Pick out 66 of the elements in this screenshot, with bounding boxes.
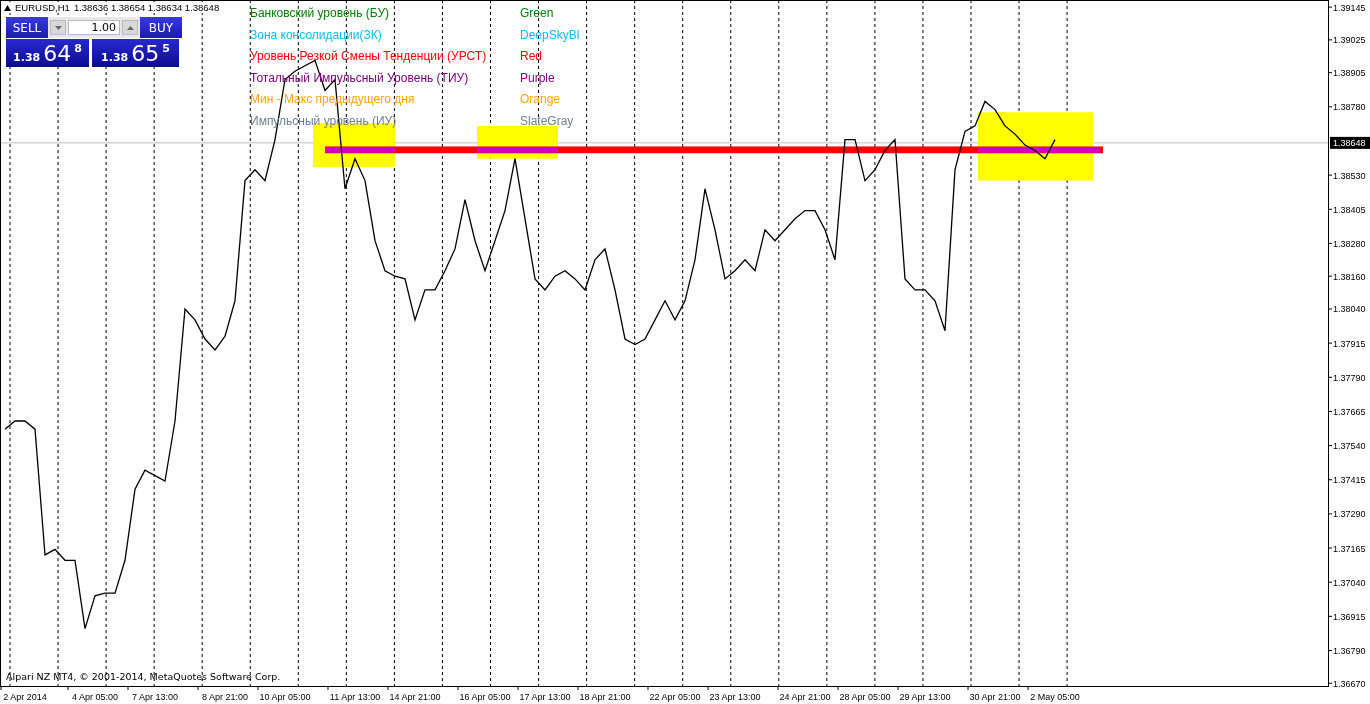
buy-button[interactable]: BUY [140,17,182,38]
y-axis-label: 1.38160 [1333,271,1366,282]
x-axis-label: 28 Apr 05:00 [839,692,891,702]
y-axis-label: 1.39025 [1333,35,1366,46]
y-axis-label: 1.37165 [1333,543,1366,554]
x-axis-label: 29 Apr 13:00 [899,692,951,702]
y-axis-label: 1.37665 [1333,406,1366,417]
legend-label: Уровень Резкой Смены Тенденции (УРСТ) [250,48,488,65]
price-tag: 1.38648 [1330,136,1370,149]
legend-color-name: DeepSkyBl [520,26,580,43]
chart-quotes: 1.38636 1.38654 1.38634 1.38648 [73,2,220,13]
price-main: 64 [43,40,72,66]
y-axis-label: 1.38280 [1333,238,1366,249]
x-axis-label: 7 Apr 13:00 [132,692,178,702]
price-main: 65 [131,40,160,66]
x-axis-label: 22 Apr 05:00 [649,692,701,702]
y-axis-label: 1.37915 [1333,338,1366,349]
down-arrow-icon [54,25,62,30]
x-axis-label: 24 Apr 21:00 [779,692,831,702]
y-axis-label: 1.37540 [1333,441,1366,452]
x-axis-label: 2 Apr 2014 [3,692,47,702]
up-arrow-icon [126,25,134,30]
x-axis-label: 10 Apr 05:00 [259,692,311,702]
y-axis-label: 1.39145 [1333,2,1366,13]
y-axis-label: 1.37040 [1333,577,1366,588]
x-axis-label: 4 Apr 05:00 [72,692,118,702]
y-axis-label: 1.38905 [1333,68,1366,79]
y-axis-label: 1.38530 [1333,170,1366,181]
increase-button[interactable] [122,20,138,35]
x-axis-label: 8 Apr 21:00 [202,692,248,702]
legend-color-name: SlateGray [520,112,575,129]
lot-spinner[interactable]: 1.00 [48,17,140,38]
y-axis-label: 1.38405 [1333,204,1366,215]
lot-field[interactable]: 1.00 [68,20,120,35]
y-axis-label: 1.36915 [1333,611,1366,622]
x-axis-label: 17 Apr 13:00 [519,692,571,702]
sell-button[interactable]: SELL [6,17,48,38]
x-axis-label: 11 Apr 13:00 [329,692,381,702]
legend-color-name: Red [520,48,543,65]
chart-symbol: EURUSD,H1 [15,2,70,13]
legend-color-name: Green [520,5,555,22]
x-axis-label: 2 May 05:00 [1030,692,1080,702]
price-prefix: 1.38 [101,50,129,64]
y-axis-label: 1.38780 [1333,102,1366,113]
y-axis-label: 1.36790 [1333,646,1366,656]
legend-label: Банковский уровень (БУ) [250,5,391,22]
x-axis-label: 18 Apr 21:00 [579,692,631,702]
decrease-button[interactable] [50,20,66,35]
x-axis-label: 30 Apr 21:00 [969,692,1021,702]
price-prefix: 1.38 [13,50,41,64]
y-axis-label: 1.37790 [1333,372,1366,383]
x-axis-label: 16 Apr 05:00 [459,692,511,702]
price-pip: 5 [162,42,170,55]
collapse-triangle-icon[interactable] [4,4,11,11]
x-axis-label: 23 Apr 13:00 [709,692,761,702]
y-axis-label: 1.37290 [1333,509,1366,520]
legend-color-name: Orange [520,91,562,108]
ref-line-label: 1.38648 [1333,138,1366,149]
y-axis-label: 1.38040 [1333,304,1366,315]
x-axis-label: 14 Apr 21:00 [389,692,441,702]
copyright-text: Alpari NZ MT4, © 2001-2014, MetaQuotes Software Corp. [6,671,281,682]
price-pip: 8 [74,42,82,55]
y-axis-label: 1.37415 [1333,475,1366,486]
legend-label: Зона консолидации(ЗК) [250,26,383,43]
y-axis-label: 1.36670 [1333,678,1366,689]
legend-color-name: Purple [520,69,556,86]
